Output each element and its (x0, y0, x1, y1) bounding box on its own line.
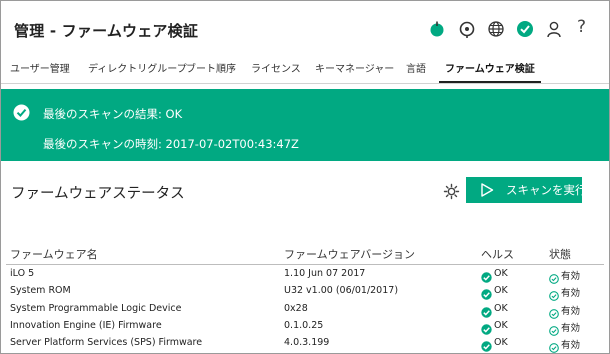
tab-key-manager[interactable]: キーマネージャー (315, 59, 394, 82)
health-status: OK (494, 302, 508, 314)
health-check-icon (481, 285, 492, 300)
column-header-version: ファームウェアバージョン (284, 248, 416, 261)
tab-language[interactable]: 言語 (406, 59, 426, 82)
firmware-name: System ROM (10, 285, 71, 297)
state-value: 有効 (561, 340, 581, 352)
tab-license[interactable]: ライセンス (251, 59, 301, 82)
page-title: 管理 - ファームウェア検証 (14, 22, 199, 40)
tab-boot-order[interactable]: ブート順序 (186, 59, 236, 82)
health-status: OK (494, 285, 508, 297)
column-header-state: 状態 (549, 248, 571, 261)
table-row: Server Platform Services (SPS) Firmware 4… (1, 335, 609, 353)
firmware-name: Innovation Engine (IE) Firmware (10, 319, 162, 331)
table-header-divider (6, 264, 604, 265)
gear-icon[interactable] (443, 183, 460, 200)
last-scan-result: 最後のスキャンの結果: OK (43, 107, 183, 121)
health-check-icon (481, 303, 492, 318)
enabled-check-icon (549, 338, 559, 353)
health-status: OK (494, 319, 508, 331)
firmware-version: 1.10 Jun 07 2017 (284, 268, 366, 279)
health-check-icon (481, 268, 492, 283)
state-value: 有効 (561, 271, 581, 282)
health-check-icon (481, 320, 492, 335)
check-circle-icon (13, 104, 30, 121)
enabled-check-icon (549, 304, 559, 319)
help-icon[interactable]: ? (577, 17, 595, 37)
enabled-check-icon (549, 321, 559, 336)
column-header-name: ファームウェア名 (10, 248, 98, 261)
firmware-version: 4.0.3.199 (284, 337, 330, 349)
health-check-icon (481, 337, 492, 352)
uid-indicator-icon[interactable] (458, 20, 476, 38)
state-value: 有効 (561, 288, 581, 300)
firmware-name: Server Platform Services (SPS) Firmware (10, 337, 203, 349)
state-value: 有効 (561, 305, 581, 317)
firmware-name: iLO 5 (10, 268, 35, 279)
state-value: 有効 (561, 322, 581, 334)
app-window: 管理 - ファームウェア検証 ? ユーザー管理 ディレクトリグループ ブート順序… (0, 0, 610, 354)
tab-user-management[interactable]: ユーザー管理 (10, 59, 70, 82)
column-header-health: ヘルス (481, 248, 514, 261)
firmware-version: 0x28 (284, 302, 308, 314)
scan-result-banner: 最後のスキャンの結果: OK 最後のスキャンの時刻: 2017-07-02T00… (1, 89, 609, 161)
firmware-version: 0.1.0.25 (284, 319, 324, 331)
section-title: ファームウェアステータス (11, 186, 185, 202)
power-icon[interactable] (428, 20, 446, 38)
header-bar: 管理 - ファームウェア検証 ? (1, 1, 609, 59)
enabled-check-icon (549, 286, 559, 302)
enabled-check-icon (549, 269, 559, 284)
tab-directory-groups[interactable]: ディレクトリグループ (88, 59, 187, 82)
health-status: OK (494, 268, 508, 279)
health-ok-icon[interactable] (516, 20, 534, 38)
firmware-name: System Programmable Logic Device (10, 302, 182, 314)
last-scan-time: 最後のスキャンの時刻: 2017-07-02T00:43:47Z (43, 137, 299, 151)
run-scan-label: スキャンを実行 (506, 183, 587, 197)
table-row: iLO 5 1.10 Jun 07 2017 OK 有効 (1, 266, 609, 284)
play-icon (480, 183, 494, 200)
tab-bar: ユーザー管理 ディレクトリグループ ブート順序 ライセンス キーマネージャー 言… (1, 59, 609, 84)
health-status: OK (494, 337, 508, 349)
table-row: Innovation Engine (IE) Firmware 0.1.0.25 O… (1, 318, 609, 336)
firmware-version: U32 v1.00 (06/01/2017) (284, 285, 399, 297)
table-row: System ROM U32 v1.00 (06/01/2017) OK 有効 (1, 283, 609, 302)
table-row: System Programmable Logic Device 0x28 OK 有効 (1, 301, 609, 319)
language-globe-icon[interactable] (487, 20, 505, 38)
run-scan-button[interactable]: スキャンを実行 (466, 177, 587, 203)
tab-firmware-verification[interactable]: ファームウェア検証 (439, 59, 541, 83)
user-icon[interactable] (545, 20, 563, 38)
